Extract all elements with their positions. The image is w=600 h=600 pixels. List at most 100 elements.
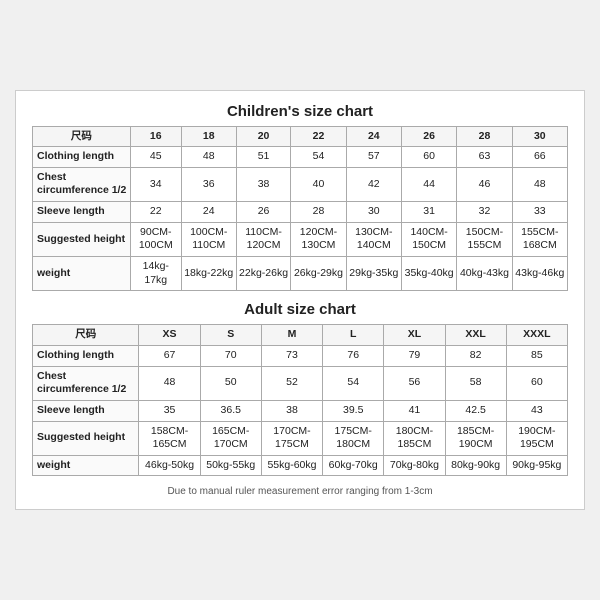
cell-r0-c2: 73 (261, 345, 322, 366)
cell-r1-c0: 34 (130, 167, 181, 201)
cell-r2-c1: 24 (181, 202, 236, 223)
cell-r4-c6: 90kg-95kg (506, 455, 567, 476)
cell-r3-c3: 175CM-180CM (323, 421, 384, 455)
cell-r3-c0: 158CM-165CM (139, 421, 200, 455)
table-row: weight14kg-17kg18kg-22kg22kg-26kg26kg-29… (33, 257, 568, 291)
col-header-6: XXL (445, 325, 506, 346)
row-label-4: weight (33, 257, 131, 291)
col-header-7: XXXL (506, 325, 567, 346)
col-header-6: 26 (401, 126, 456, 147)
col-header-1: XS (139, 325, 200, 346)
row-label-4: weight (33, 455, 139, 476)
col-header-0: 尺码 (33, 126, 131, 147)
col-header-2: S (200, 325, 261, 346)
row-label-0: Clothing length (33, 345, 139, 366)
cell-r3-c5: 185CM-190CM (445, 421, 506, 455)
cell-r1-c6: 60 (506, 366, 567, 400)
table-row: Chest circumference 1/248505254565860 (33, 366, 568, 400)
cell-r4-c0: 14kg-17kg (130, 257, 181, 291)
col-header-8: 30 (512, 126, 567, 147)
table-row: Suggested height90CM-100CM100CM-110CM110… (33, 222, 568, 256)
cell-r2-c2: 38 (261, 400, 322, 421)
cell-r4-c7: 43kg-46kg (512, 257, 567, 291)
cell-r0-c3: 76 (323, 345, 384, 366)
children-size-table: 尺码1618202224262830 Clothing length454851… (32, 126, 568, 292)
cell-r3-c7: 155CM-168CM (512, 222, 567, 256)
cell-r1-c5: 58 (445, 366, 506, 400)
cell-r2-c0: 22 (130, 202, 181, 223)
adult-size-table: 尺码XSSMLXLXXLXXXL Clothing length67707376… (32, 324, 568, 476)
cell-r3-c6: 150CM-155CM (457, 222, 512, 256)
table-row: Sleeve length2224262830313233 (33, 202, 568, 223)
col-header-3: M (261, 325, 322, 346)
cell-r2-c3: 39.5 (323, 400, 384, 421)
cell-r2-c4: 41 (384, 400, 445, 421)
cell-r4-c5: 80kg-90kg (445, 455, 506, 476)
footnote: Due to manual ruler measurement error ra… (32, 486, 568, 497)
col-header-2: 18 (181, 126, 236, 147)
col-header-4: L (323, 325, 384, 346)
cell-r1-c7: 48 (512, 167, 567, 201)
cell-r0-c2: 51 (236, 147, 291, 168)
cell-r2-c1: 36.5 (200, 400, 261, 421)
cell-r4-c0: 46kg-50kg (139, 455, 200, 476)
cell-r2-c6: 43 (506, 400, 567, 421)
row-label-2: Sleeve length (33, 400, 139, 421)
cell-r3-c2: 170CM-175CM (261, 421, 322, 455)
cell-r2-c5: 31 (401, 202, 456, 223)
cell-r1-c1: 36 (181, 167, 236, 201)
cell-r3-c1: 100CM-110CM (181, 222, 236, 256)
cell-r4-c1: 50kg-55kg (200, 455, 261, 476)
cell-r1-c2: 38 (236, 167, 291, 201)
cell-r0-c5: 82 (445, 345, 506, 366)
cell-r0-c7: 66 (512, 147, 567, 168)
cell-r4-c3: 60kg-70kg (323, 455, 384, 476)
cell-r1-c3: 54 (323, 366, 384, 400)
cell-r4-c6: 40kg-43kg (457, 257, 512, 291)
col-header-3: 20 (236, 126, 291, 147)
table-row: Clothing length67707376798285 (33, 345, 568, 366)
cell-r4-c1: 18kg-22kg (181, 257, 236, 291)
cell-r2-c0: 35 (139, 400, 200, 421)
cell-r1-c6: 46 (457, 167, 512, 201)
cell-r4-c5: 35kg-40kg (401, 257, 456, 291)
col-header-5: XL (384, 325, 445, 346)
row-label-2: Sleeve length (33, 202, 131, 223)
cell-r3-c3: 120CM-130CM (291, 222, 346, 256)
size-chart-container: Children's size chart 尺码1618202224262830… (15, 90, 585, 511)
cell-r4-c4: 29kg-35kg (346, 257, 401, 291)
cell-r2-c6: 32 (457, 202, 512, 223)
cell-r3-c4: 130CM-140CM (346, 222, 401, 256)
col-header-0: 尺码 (33, 325, 139, 346)
cell-r0-c5: 60 (401, 147, 456, 168)
cell-r0-c0: 45 (130, 147, 181, 168)
col-header-4: 22 (291, 126, 346, 147)
cell-r1-c1: 50 (200, 366, 261, 400)
cell-r1-c5: 44 (401, 167, 456, 201)
cell-r0-c4: 57 (346, 147, 401, 168)
cell-r4-c3: 26kg-29kg (291, 257, 346, 291)
table-row: weight46kg-50kg50kg-55kg55kg-60kg60kg-70… (33, 455, 568, 476)
row-label-0: Clothing length (33, 147, 131, 168)
cell-r3-c0: 90CM-100CM (130, 222, 181, 256)
cell-r0-c0: 67 (139, 345, 200, 366)
table-row: Chest circumference 1/23436384042444648 (33, 167, 568, 201)
cell-r3-c1: 165CM-170CM (200, 421, 261, 455)
cell-r3-c6: 190CM-195CM (506, 421, 567, 455)
cell-r0-c1: 70 (200, 345, 261, 366)
adult-chart-title: Adult size chart (32, 301, 568, 318)
cell-r1-c4: 56 (384, 366, 445, 400)
col-header-1: 16 (130, 126, 181, 147)
cell-r3-c4: 180CM-185CM (384, 421, 445, 455)
cell-r2-c2: 26 (236, 202, 291, 223)
cell-r3-c5: 140CM-150CM (401, 222, 456, 256)
cell-r0-c4: 79 (384, 345, 445, 366)
cell-r0-c1: 48 (181, 147, 236, 168)
cell-r4-c4: 70kg-80kg (384, 455, 445, 476)
cell-r2-c3: 28 (291, 202, 346, 223)
cell-r1-c0: 48 (139, 366, 200, 400)
cell-r1-c2: 52 (261, 366, 322, 400)
table-row: Sleeve length3536.53839.54142.543 (33, 400, 568, 421)
col-header-7: 28 (457, 126, 512, 147)
col-header-5: 24 (346, 126, 401, 147)
